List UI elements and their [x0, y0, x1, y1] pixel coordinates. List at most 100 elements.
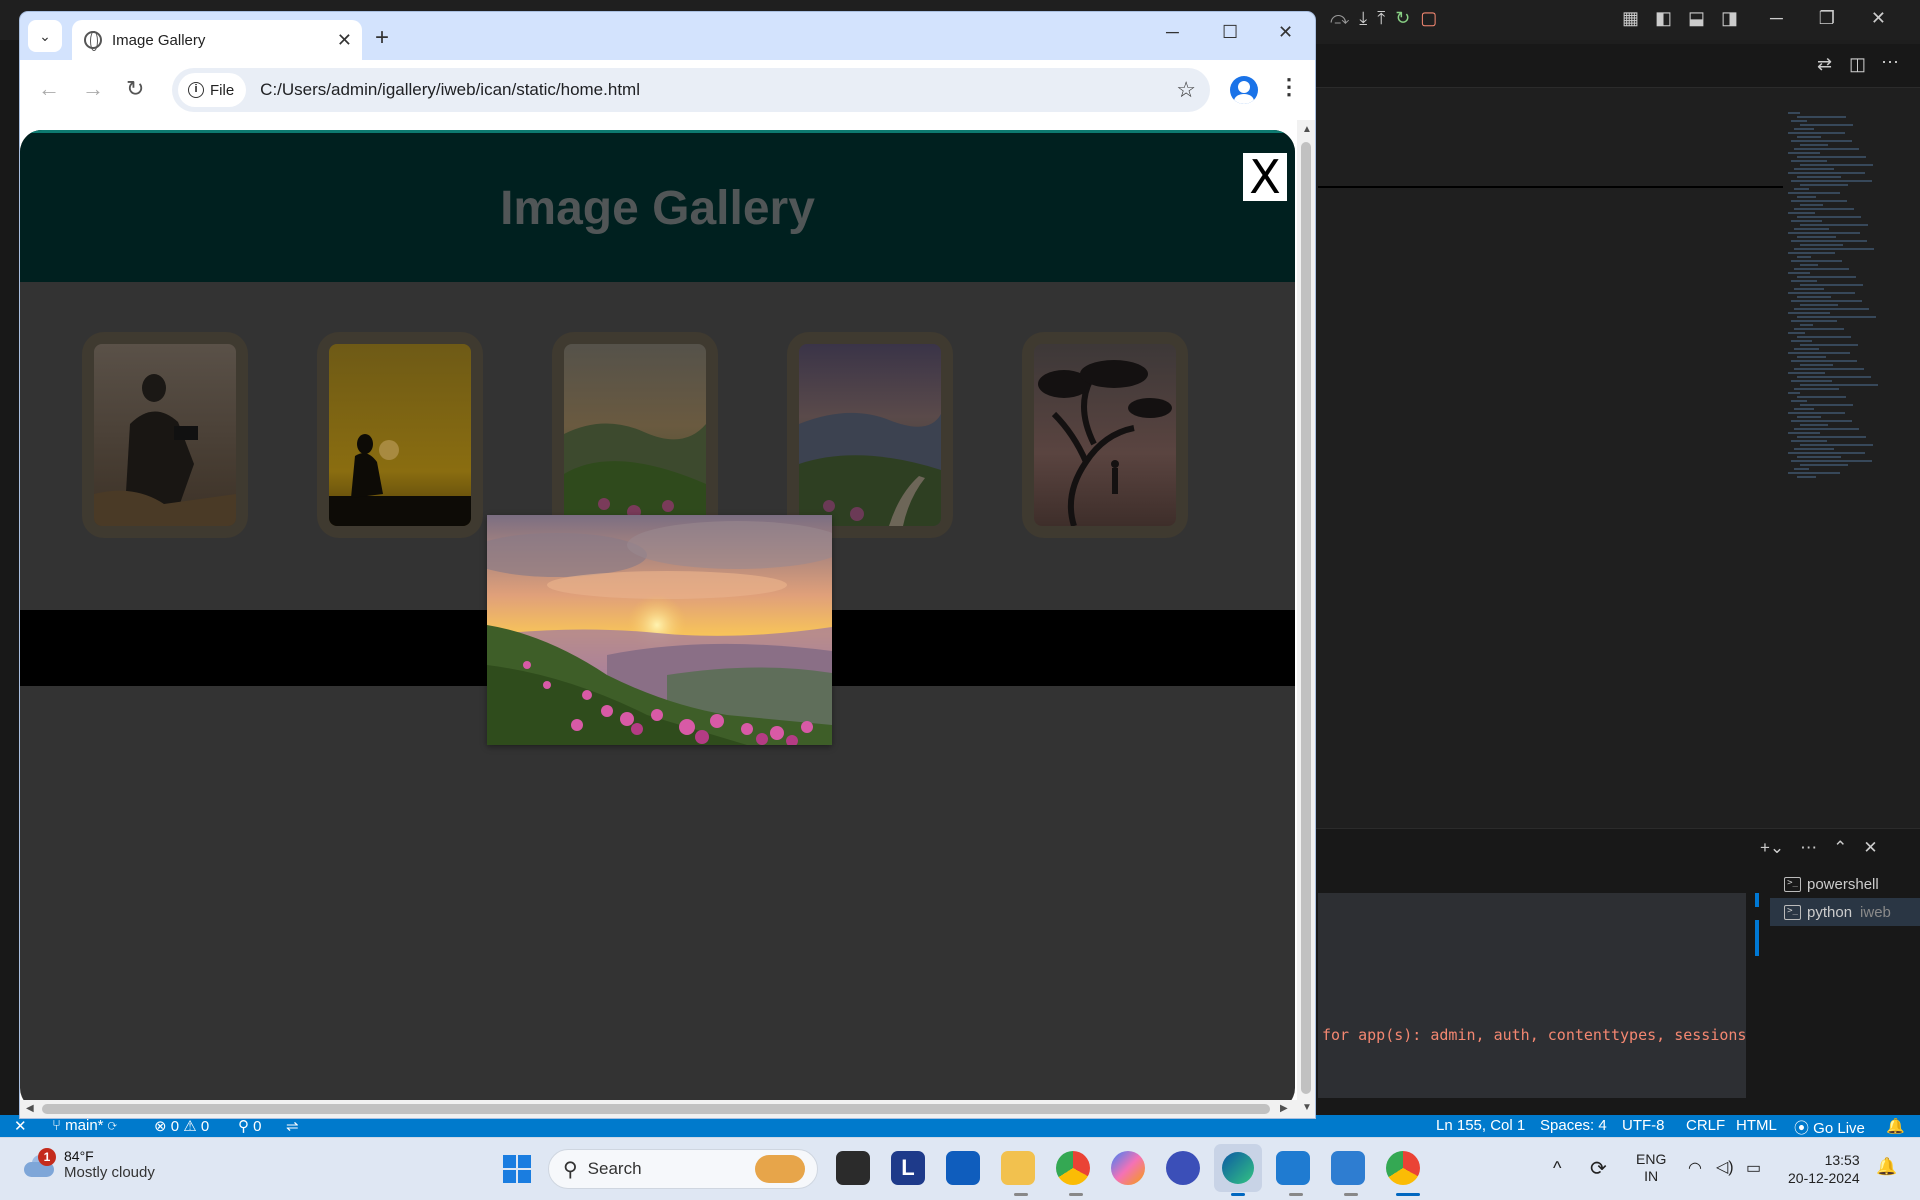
- maximize-panel-icon[interactable]: ⌃: [1833, 838, 1847, 858]
- restore-icon[interactable]: ❐: [1819, 8, 1835, 29]
- copilot-icon[interactable]: [1111, 1151, 1145, 1185]
- ports-indicator[interactable]: ⚲ 0: [238, 1117, 262, 1135]
- vscode-window-controls[interactable]: ─ ❐ ✕: [1770, 8, 1886, 29]
- app-l-icon[interactable]: L: [891, 1151, 925, 1185]
- problems-indicator[interactable]: ⊗ 0 ⚠ 0: [154, 1117, 209, 1135]
- menu-kebab-icon[interactable]: ⋮: [1278, 74, 1300, 100]
- toggle-sidebar-icon[interactable]: ◧: [1655, 8, 1672, 29]
- branch-indicator[interactable]: ⑂ main* ⟳: [52, 1117, 117, 1134]
- minimap-line: [1797, 376, 1871, 378]
- clock[interactable]: 13:53 20-12-2024: [1788, 1151, 1860, 1187]
- back-icon[interactable]: ←: [38, 76, 60, 102]
- gallery-thumbnail[interactable]: [787, 332, 953, 538]
- terminal-item-powershell[interactable]: >_ powershell: [1770, 870, 1920, 898]
- vscode-debug-toolbar[interactable]: ⤼ ⤓ ⤒ ↻ ▢: [1330, 8, 1437, 29]
- start-button[interactable]: [503, 1155, 531, 1183]
- weather-widget[interactable]: 1 84°F Mostly cloudy: [22, 1147, 155, 1181]
- app-a-icon[interactable]: [1166, 1151, 1200, 1185]
- file-explorer-icon[interactable]: [1001, 1151, 1035, 1185]
- indentation[interactable]: Spaces: 4: [1540, 1117, 1607, 1134]
- bookmark-star-icon[interactable]: ☆: [1176, 77, 1196, 103]
- scroll-thumb[interactable]: [42, 1104, 1270, 1114]
- url-text[interactable]: C:/Users/admin/igallery/iweb/ican/static…: [260, 80, 640, 100]
- minimap-line: [1794, 148, 1859, 150]
- vertical-scrollbar[interactable]: ▲ ▼: [1297, 120, 1315, 1118]
- scroll-up-icon[interactable]: ▲: [1302, 124, 1312, 135]
- task-view-icon[interactable]: [836, 1151, 870, 1185]
- compare-icon[interactable]: ⇄: [1817, 54, 1832, 75]
- taskbar-search[interactable]: ⚲ Search: [548, 1149, 818, 1189]
- terminal-output[interactable]: [1318, 893, 1746, 1098]
- close-window-icon[interactable]: ✕: [1278, 22, 1293, 43]
- customize-layout-icon[interactable]: ▦: [1622, 8, 1639, 29]
- site-info-chip[interactable]: i File: [178, 73, 247, 107]
- gallery-thumbnail[interactable]: [82, 332, 248, 538]
- close-panel-icon[interactable]: ✕: [1863, 838, 1877, 858]
- minimap-line: [1800, 264, 1818, 266]
- language-mode[interactable]: HTML: [1736, 1117, 1777, 1134]
- go-live-button[interactable]: ⦿ Go Live: [1794, 1117, 1865, 1138]
- scroll-down-icon[interactable]: ▼: [1302, 1102, 1312, 1113]
- tab-image-gallery[interactable]: Image Gallery ✕: [72, 20, 362, 60]
- step-out-icon[interactable]: ⤒: [1377, 8, 1385, 29]
- horizontal-scrollbar[interactable]: ◀ ▶: [20, 1100, 1297, 1118]
- tab-close-icon[interactable]: ✕: [337, 30, 352, 51]
- panel-more-icon[interactable]: ⋯: [1800, 838, 1817, 858]
- step-into-icon[interactable]: ⤓: [1359, 8, 1367, 29]
- step-over-icon[interactable]: ⤼: [1330, 8, 1349, 29]
- tab-search-button[interactable]: ⌄: [28, 20, 62, 52]
- cursor-position[interactable]: Ln 155, Col 1: [1436, 1117, 1525, 1134]
- scroll-left-icon[interactable]: ◀: [26, 1103, 34, 1114]
- toggle-panel-icon[interactable]: ⬓: [1688, 8, 1705, 29]
- notification-bell-icon[interactable]: 🔔: [1876, 1157, 1897, 1177]
- show-hidden-icons[interactable]: ^: [1553, 1158, 1561, 1179]
- close-icon[interactable]: ✕: [1871, 8, 1886, 29]
- address-bar[interactable]: i File C:/Users/admin/igallery/iweb/ican…: [172, 68, 1210, 112]
- toggle-secondary-sidebar-icon[interactable]: ◨: [1721, 8, 1738, 29]
- editor-tabs: ⇄ ◫ ⋯: [1315, 44, 1920, 88]
- wifi-icon[interactable]: ◠: [1688, 1158, 1702, 1178]
- minimap-line: [1788, 352, 1850, 354]
- minimap-line: [1797, 136, 1821, 138]
- gallery-thumbnail[interactable]: [317, 332, 483, 538]
- sync-icon[interactable]: ⟳: [1590, 1156, 1607, 1181]
- chrome-taskbar-icon[interactable]: [1386, 1151, 1420, 1185]
- minimap-line: [1788, 132, 1845, 134]
- gallery-thumbnail[interactable]: [552, 332, 718, 538]
- scroll-thumb[interactable]: [1301, 142, 1311, 1094]
- scroll-right-icon[interactable]: ▶: [1280, 1103, 1288, 1114]
- terminal-item-python[interactable]: >_ python iweb: [1770, 898, 1920, 926]
- encoding[interactable]: UTF-8: [1622, 1117, 1665, 1134]
- modal-image[interactable]: [487, 515, 832, 745]
- layout-controls[interactable]: ▦ ◧ ⬓ ◨: [1622, 8, 1738, 29]
- maximize-icon[interactable]: ☐: [1222, 22, 1238, 43]
- gallery-thumbnail[interactable]: [1022, 332, 1188, 538]
- edge-icon[interactable]: [1214, 1144, 1262, 1192]
- restart-icon[interactable]: ↻: [1395, 8, 1410, 29]
- modal-close-button[interactable]: X: [1243, 153, 1287, 201]
- new-tab-button[interactable]: +: [375, 24, 389, 52]
- chrome-profile-icon[interactable]: [1056, 1151, 1090, 1185]
- minimap-line: [1791, 160, 1827, 162]
- line-ending[interactable]: CRLF: [1686, 1117, 1725, 1134]
- minimap[interactable]: [1788, 112, 1898, 482]
- battery-icon[interactable]: ▭: [1746, 1158, 1761, 1178]
- language-indicator[interactable]: ENG IN: [1636, 1151, 1666, 1185]
- vscode-taskbar-icon[interactable]: [1276, 1151, 1310, 1185]
- terminal-panel-actions[interactable]: +⌄ ⋯ ⌃ ✕: [1760, 838, 1878, 858]
- split-editor-icon[interactable]: ◫: [1849, 54, 1866, 75]
- store-icon[interactable]: [946, 1151, 980, 1185]
- forward-icon[interactable]: →: [82, 76, 104, 102]
- stop-icon[interactable]: ▢: [1420, 8, 1437, 29]
- volume-icon[interactable]: ◁): [1716, 1157, 1734, 1177]
- photos-icon[interactable]: [1331, 1151, 1365, 1185]
- live-share-icon[interactable]: ⇌: [286, 1117, 299, 1135]
- profile-avatar[interactable]: [1230, 76, 1258, 104]
- reload-icon[interactable]: ↻: [126, 76, 144, 102]
- more-actions-icon[interactable]: ⋯: [1881, 52, 1899, 73]
- notifications-icon[interactable]: 🔔: [1886, 1117, 1905, 1135]
- minimize-icon[interactable]: ─: [1770, 8, 1783, 29]
- minimize-icon[interactable]: ─: [1166, 22, 1179, 43]
- new-terminal-icon[interactable]: +⌄: [1760, 838, 1784, 858]
- remote-icon[interactable]: ✕: [14, 1117, 27, 1135]
